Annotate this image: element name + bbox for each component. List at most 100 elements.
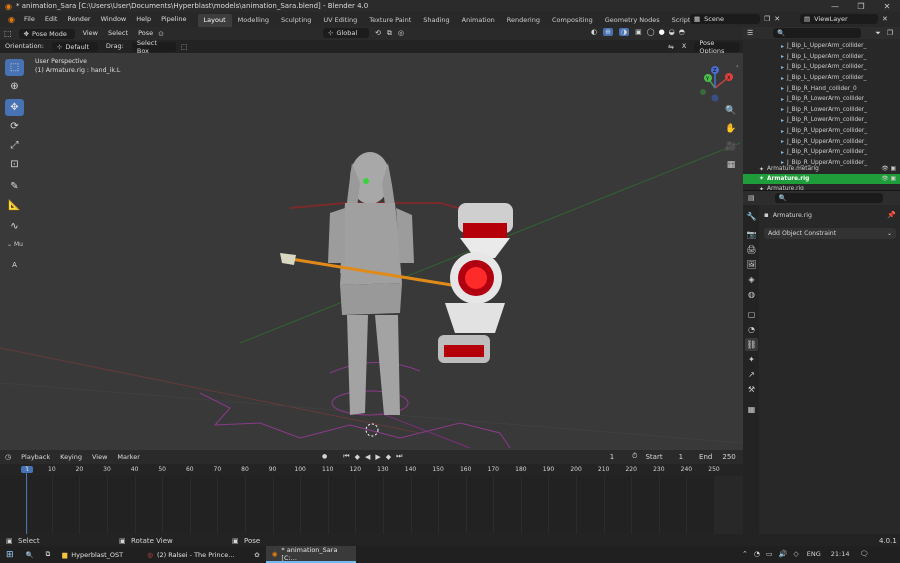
clock-icon[interactable]: ⏱	[632, 452, 637, 461]
tray-app-icon[interactable]: ◔	[754, 550, 760, 558]
scene-selector[interactable]: ▦ Scene	[690, 14, 760, 24]
menu-file[interactable]: File	[19, 12, 40, 27]
outliner-item[interactable]: ▸ J_Bip_L_UpperArm_collider_	[743, 62, 900, 73]
close-button[interactable]: ✕	[874, 0, 900, 12]
proportional-icon[interactable]: ◎	[398, 29, 404, 37]
pivot-icon[interactable]: ⟲	[375, 29, 381, 37]
maximize-button[interactable]: ❐	[848, 0, 874, 12]
bone-tab-icon[interactable]: ↗	[745, 368, 758, 381]
visibility-icon[interactable]: ◐	[591, 28, 597, 36]
properties-search-input[interactable]: 🔍	[774, 193, 883, 203]
tab-texture-paint[interactable]: Texture Paint	[363, 14, 417, 27]
transform-tool[interactable]: ⊡	[5, 156, 24, 173]
pose-options-dropdown[interactable]: Pose Options	[694, 39, 741, 55]
delete-scene-icon[interactable]: ✕	[774, 15, 780, 23]
move-tool[interactable]: ✥	[5, 99, 24, 116]
outliner-item[interactable]: ▸ J_Bip_L_UpperArm_collider_	[743, 73, 900, 84]
minimize-button[interactable]: —	[822, 0, 848, 12]
annotate-tool[interactable]: ✎	[5, 178, 24, 195]
prev-keyframe-icon[interactable]: ◆	[355, 453, 360, 461]
relax-pose-tool[interactable]: ∿	[5, 218, 24, 235]
end-frame-field[interactable]: 250	[722, 453, 735, 461]
taskbar-app-extra-icon[interactable]: ✿	[248, 546, 265, 563]
select-box-tool[interactable]: ⬚	[5, 59, 24, 76]
output-tab-icon[interactable]: 🖨	[745, 243, 758, 256]
shading-rendered-icon[interactable]: ◓	[679, 28, 685, 36]
mode-selector[interactable]: ✥ Pose Mode	[18, 28, 75, 39]
notification-icon[interactable]: 🗨	[859, 550, 868, 558]
bone-constraint-tab-icon[interactable]: ⚒	[745, 383, 758, 396]
rotate-tool[interactable]: ⟳	[5, 118, 24, 135]
shading-material-icon[interactable]: ◒	[669, 28, 675, 36]
cursor-tool[interactable]: ⊕	[5, 78, 24, 95]
timeline-scroll-region[interactable]	[714, 476, 743, 534]
menu-playback[interactable]: Playback	[16, 451, 55, 464]
play-icon[interactable]: ▶	[375, 453, 380, 461]
tab-uv-editing[interactable]: UV Editing	[317, 14, 363, 27]
menu-pipeline[interactable]: Pipeline	[156, 12, 191, 27]
tab-geometry-nodes[interactable]: Geometry Nodes	[599, 14, 666, 27]
view-layer-tab-icon[interactable]: 🖼	[745, 258, 758, 271]
view-layer-selector[interactable]: ▤ ViewLayer	[800, 14, 878, 24]
properties-editor-icon[interactable]: ▤	[748, 194, 755, 202]
outliner-item[interactable]: ▸ J_Bip_R_UpperArm_collider_	[743, 147, 900, 158]
menu-marker[interactable]: Marker	[112, 451, 144, 464]
physics-tab-icon[interactable]: ◔	[745, 323, 758, 336]
shading-solid-icon[interactable]: ●	[659, 28, 665, 36]
pin-icon[interactable]: 📌	[887, 211, 896, 219]
scene-tab-icon[interactable]: ◈	[745, 273, 758, 286]
outliner-item[interactable]: ▸ J_Bip_L_UpperArm_collider_	[743, 41, 900, 52]
current-frame-field[interactable]: 1	[600, 453, 624, 461]
timeline-editor-icon[interactable]: ◷	[0, 453, 16, 461]
filter-icon[interactable]: ⏷	[875, 29, 881, 38]
perspective-toggle-button[interactable]: ▦	[723, 157, 739, 173]
timeline-body[interactable]	[0, 476, 743, 534]
taskbar-search-icon[interactable]: 🔍	[20, 546, 40, 563]
outliner-item-armature-rig[interactable]: ✦ Armature.rig 👁 ▣	[743, 173, 900, 185]
task-view-icon[interactable]: ⧉	[40, 546, 57, 563]
drag-selector[interactable]: Select Box	[131, 39, 176, 55]
menu-help[interactable]: Help	[131, 12, 156, 27]
object-tab-icon[interactable]: ▢	[745, 308, 758, 321]
visibility-eye-icon[interactable]: 👁 ▣	[881, 176, 896, 182]
texture-tab-icon[interactable]: ▦	[745, 403, 758, 416]
tab-sculpting[interactable]: Sculpting	[275, 14, 317, 27]
object-data-tab-icon[interactable]: ✦	[745, 353, 758, 366]
next-keyframe-icon[interactable]: ◆	[386, 453, 391, 461]
mirror-icon[interactable]: ⇋	[668, 43, 674, 51]
tab-rendering[interactable]: Rendering	[501, 14, 546, 27]
gizmo-toggle-icon[interactable]: ⊕	[603, 28, 613, 36]
menu-edit[interactable]: Edit	[40, 12, 63, 27]
world-tab-icon[interactable]: ◍	[745, 288, 758, 301]
overlay-toggle-icon[interactable]: ⊙	[158, 30, 164, 38]
outliner-item[interactable]: ▸ J_Bip_R_Hand_collider_0	[743, 83, 900, 94]
outliner-editor-icon[interactable]: ☰	[747, 29, 753, 37]
tab-compositing[interactable]: Compositing	[546, 14, 599, 27]
sidebar-toggle-icon[interactable]: ‹	[736, 63, 738, 70]
mirror-x-label[interactable]: X	[677, 40, 691, 53]
constraints-tab-icon[interactable]: ⛓	[745, 338, 758, 351]
orientation-selector[interactable]: ⊹ Default	[51, 41, 98, 52]
jump-start-icon[interactable]: ⏮	[343, 452, 349, 461]
tray-chevron-icon[interactable]: ⌃	[742, 550, 748, 558]
scale-tool[interactable]: ⤢	[5, 137, 24, 154]
menu-render[interactable]: Render	[62, 12, 95, 27]
render-tab-icon[interactable]: 📷	[745, 228, 758, 241]
editor-type-icon[interactable]: ⬚	[0, 29, 16, 38]
menu-keying[interactable]: Keying	[55, 451, 87, 464]
menu-window[interactable]: Window	[96, 12, 132, 27]
volume-icon[interactable]: 🔊	[779, 550, 788, 558]
3d-viewport[interactable]: User Perspective (1) Armature.rig : hand…	[0, 53, 743, 450]
measure-tool[interactable]: 📐	[5, 197, 24, 214]
snap-icon[interactable]: ⧉	[387, 29, 392, 38]
outliner-item[interactable]: ▸ J_Bip_R_UpperArm_collider_	[743, 126, 900, 137]
language-indicator[interactable]: ENG	[807, 550, 821, 558]
overlays-icon[interactable]: ◑	[618, 28, 630, 36]
lock-icon[interactable]: ⬚	[181, 43, 188, 51]
sidebar-mu-tab[interactable]: ⌄ Mu	[7, 241, 23, 248]
outliner-item[interactable]: ▸ J_Bip_L_UpperArm_collider_	[743, 52, 900, 63]
add-object-constraint-button[interactable]: Add Object Constraint ⌄	[764, 228, 896, 239]
zoom-button[interactable]: 🔍	[723, 103, 739, 119]
menu-view[interactable]: View	[78, 27, 103, 40]
tab-shading[interactable]: Shading	[417, 14, 455, 27]
